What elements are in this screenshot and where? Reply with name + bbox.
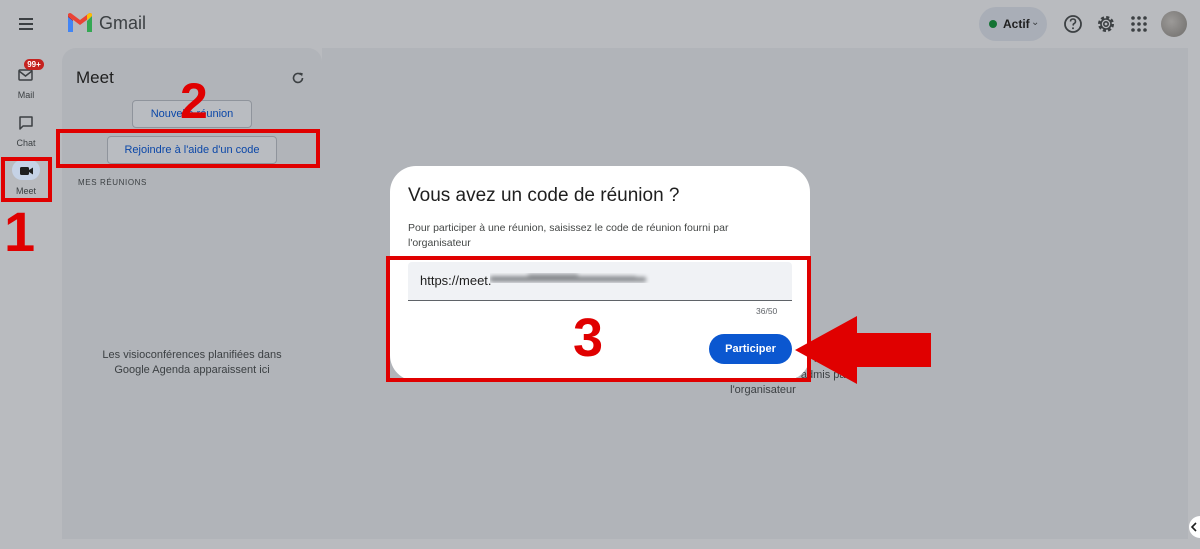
rail-label-chat: Chat [16,138,36,148]
rail-label-mail: Mail [17,90,35,100]
unread-badge: 99+ [24,59,44,70]
chevron-left-icon[interactable] [1186,515,1200,539]
menu-icon[interactable] [14,12,38,36]
avatar[interactable] [1161,11,1187,37]
settings-icon[interactable] [1094,12,1118,36]
gmail-logo-icon[interactable] [66,11,94,35]
app-brand[interactable]: Gmail [99,13,146,34]
top-bar: Gmail Actif ⌄ [0,0,1200,48]
annotation-number-2: 2 [180,73,208,129]
annotation-box-2 [56,129,320,168]
dialog-description: Pour participer à une réunion, saisissez… [408,222,729,249]
background-text-line: l'organisateur [730,384,796,396]
nav-rail: 99+ Mail Chat Meet [0,48,52,549]
status-selector[interactable]: Actif ⌄ [979,7,1047,41]
refresh-icon[interactable] [290,70,306,86]
annotation-number-3: 3 [573,308,604,368]
chevron-down-icon: ⌄ [1031,17,1040,28]
chat-icon [19,116,33,130]
annotation-box-1 [1,157,52,202]
annotation-number-1: 1 [4,200,36,263]
empty-state-text: Les visioconférences planifiées dans Goo… [102,349,282,376]
rail-item-mail[interactable]: 99+ Mail [0,59,52,108]
arrow-icon [795,316,931,384]
status-dot [989,20,997,28]
panel-title: Meet [76,68,114,87]
status-label: Actif [1003,17,1030,31]
apps-icon[interactable] [1127,12,1151,36]
section-heading: MES RÉUNIONS [78,178,147,187]
help-icon[interactable] [1061,12,1085,36]
rail-item-chat[interactable]: Chat [0,112,52,156]
dialog-title: Vous avez un code de réunion ? [408,185,680,206]
